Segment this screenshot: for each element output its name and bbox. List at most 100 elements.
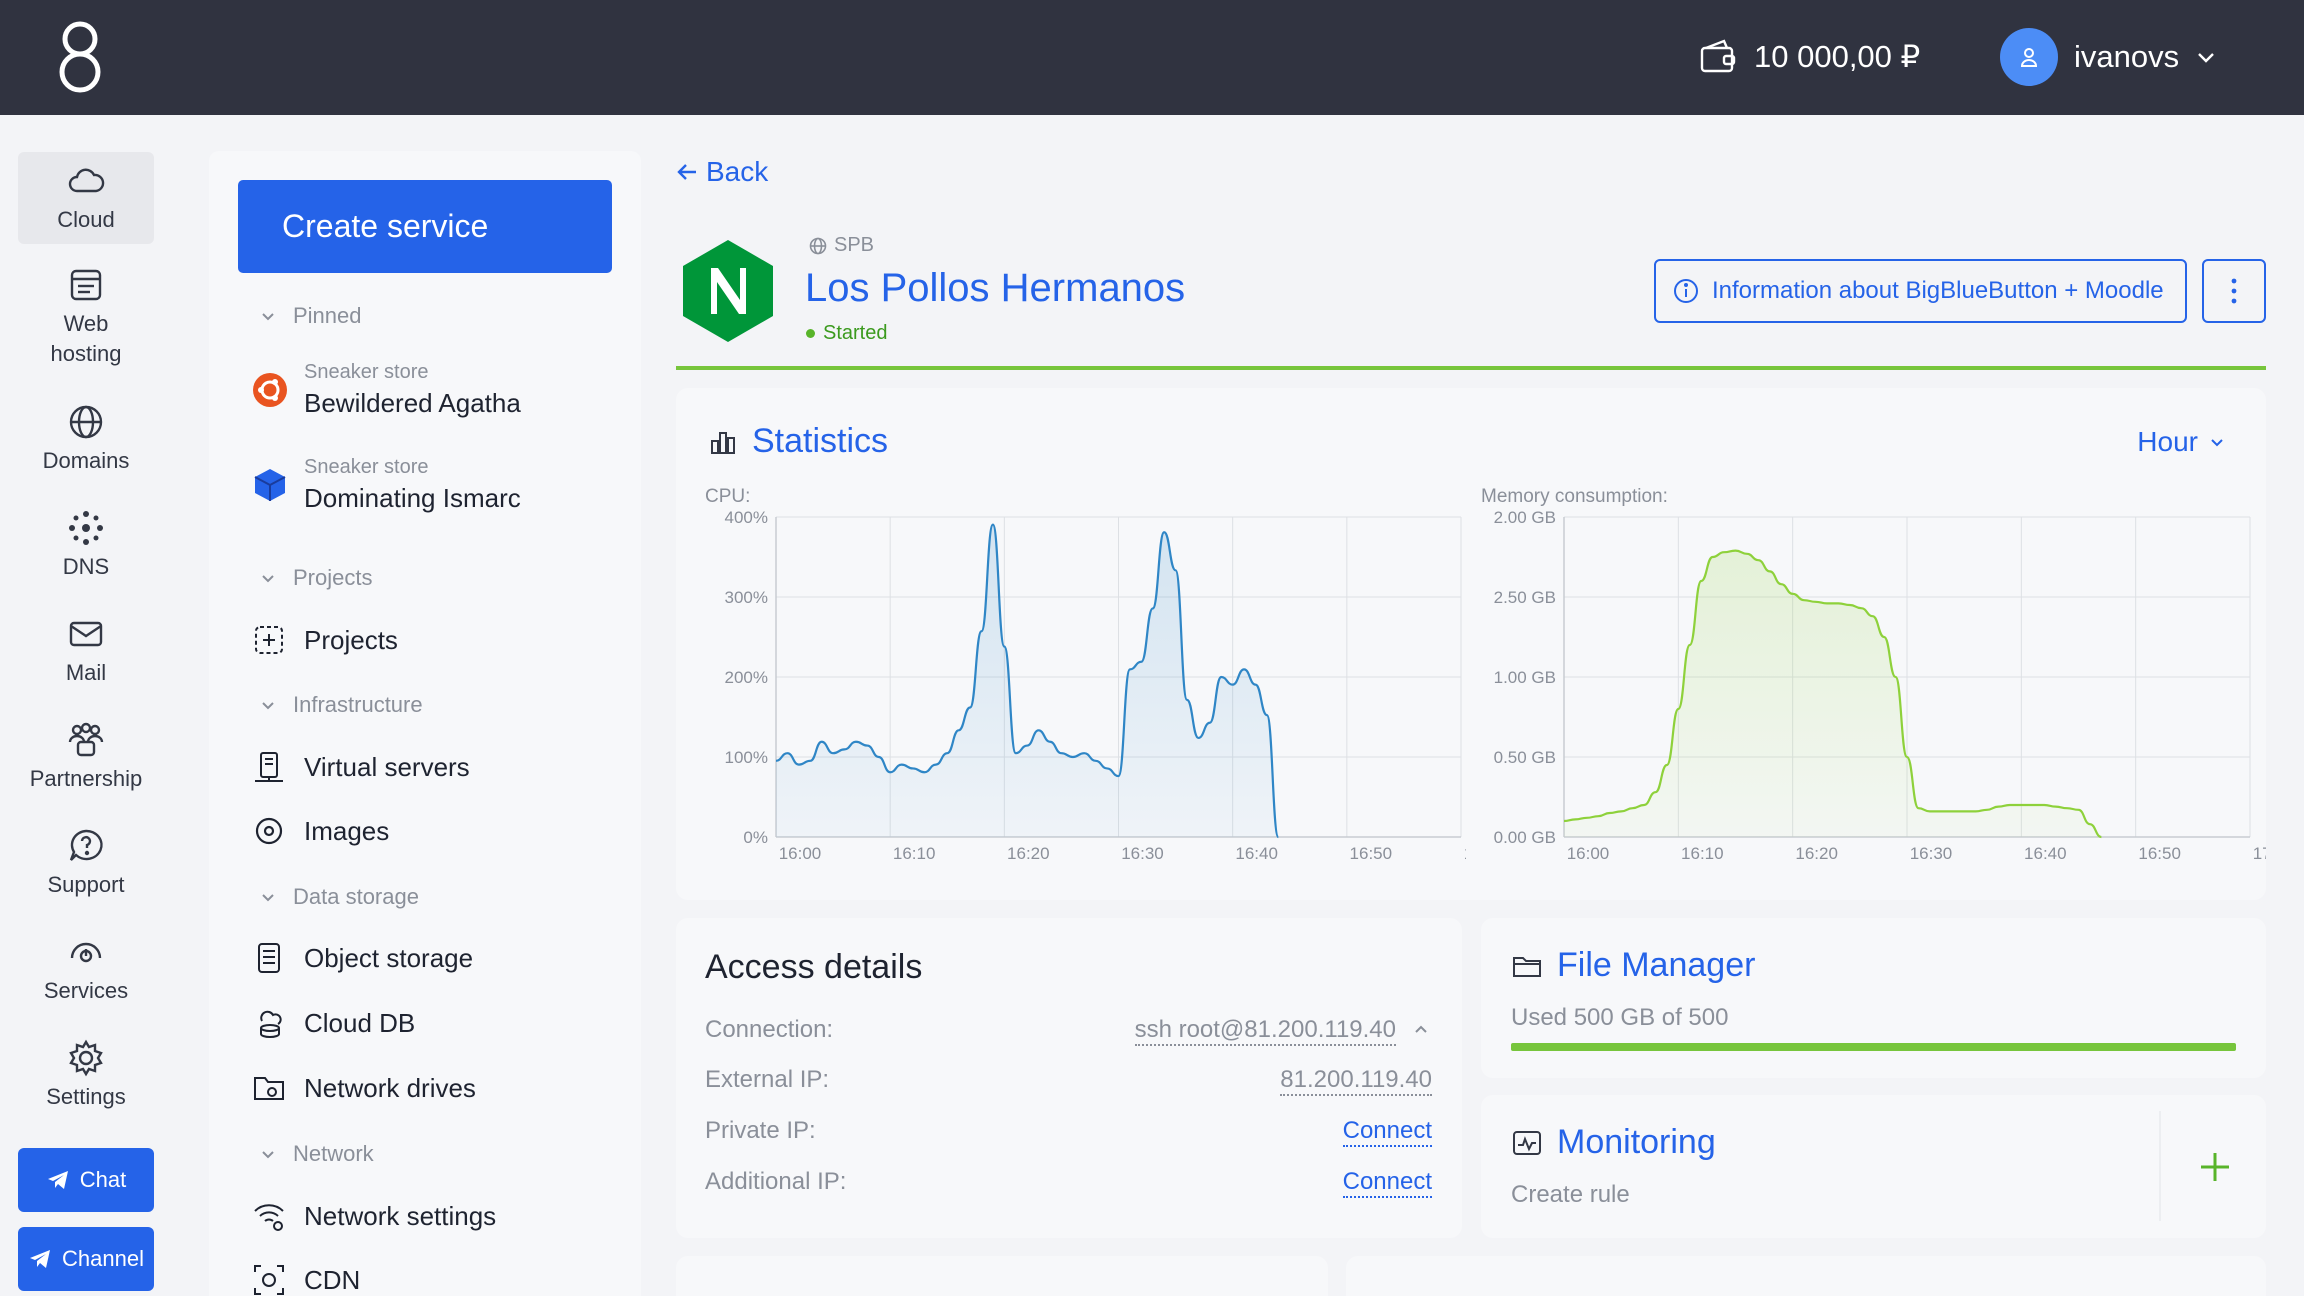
menu-item-projects[interactable]: Projects: [252, 623, 398, 657]
nav-domains[interactable]: Domains: [18, 393, 154, 485]
gear-icon: [69, 1039, 103, 1077]
top-bar: 10 000,00 ₽ ivanovs: [0, 0, 2304, 115]
cdn-icon: [254, 1265, 284, 1295]
period-select[interactable]: Hour: [2137, 426, 2226, 458]
pinned-item[interactable]: Sneaker store Bewildered Agatha: [252, 361, 521, 419]
pinned-subtitle: Sneaker store: [304, 361, 429, 383]
globe-icon: [69, 405, 103, 439]
ubuntu-icon: [253, 373, 287, 407]
nav-label: Support: [47, 872, 125, 898]
service-title[interactable]: Los Pollos Hermanos: [805, 266, 1185, 311]
chevron-up-icon[interactable]: [1412, 1020, 1430, 1038]
add-rule-button[interactable]: [2195, 1147, 2235, 1187]
menu-item-label: Network settings: [304, 1200, 497, 1231]
section-data-storage[interactable]: Data storage: [259, 884, 419, 910]
section-pinned[interactable]: Pinned: [259, 303, 362, 329]
file-manager-card[interactable]: File Manager Used 500 GB of 500: [1481, 918, 2266, 1078]
menu-item-network-drives[interactable]: Network drives: [252, 1071, 476, 1105]
x-tick-label: 16:40: [2024, 844, 2067, 863]
x-tick-label: 16:00: [1567, 844, 1610, 863]
monitoring-card[interactable]: Monitoring Create rule: [1481, 1095, 2266, 1238]
balance-amount: 10 000,00 ₽: [1754, 39, 1921, 74]
menu-item-cdn[interactable]: CDN: [252, 1263, 360, 1296]
nav-dns[interactable]: DNS: [18, 499, 154, 591]
pinned-item[interactable]: Sneaker store Dominating Ismarc: [252, 456, 521, 514]
disc-icon: [255, 817, 283, 845]
x-tick-label: 16:10: [893, 844, 936, 863]
section-label: Network: [293, 1141, 374, 1166]
bottom-card-right: [1346, 1256, 2266, 1296]
nav-support[interactable]: Support: [18, 817, 154, 909]
status-label: Started: [823, 322, 888, 344]
menu-item-images[interactable]: Images: [252, 814, 389, 848]
more-actions-button[interactable]: [2202, 259, 2266, 323]
region: SPB: [808, 234, 874, 257]
file-usage-fill: [1511, 1043, 2236, 1051]
menu-item-label: Images: [304, 815, 390, 846]
x-tick-label: 16:50: [2138, 844, 2181, 863]
additional-ip-connect-link[interactable]: Connect: [1342, 1168, 1432, 1198]
x-tick-label: 17:00: [2253, 844, 2266, 863]
kebab-menu-icon: [2231, 278, 2237, 304]
back-label: Back: [706, 156, 769, 187]
globe-icon: [809, 237, 827, 254]
telegram-icon: [30, 1250, 51, 1268]
chevron-down-icon: [262, 313, 274, 321]
brand-logo[interactable]: [52, 18, 108, 96]
nav-cloud[interactable]: Cloud: [18, 152, 154, 244]
section-infrastructure[interactable]: Infrastructure: [259, 692, 423, 718]
channel-label: Channel: [62, 1246, 144, 1271]
connection-value[interactable]: ssh root@81.200.119.40: [1134, 1016, 1396, 1046]
status-divider: [676, 366, 2266, 370]
cpu-chart: 0% 100% 200% 300% 400% 16:00 16:10 16:20 16:30 16…: [725, 510, 1466, 863]
arrow-left-icon: [677, 164, 696, 180]
user-menu[interactable]: ivanovs: [2000, 28, 2217, 86]
external-ip-value[interactable]: 81.200.119.40: [1280, 1066, 1432, 1096]
create-service-button[interactable]: Create service: [238, 180, 612, 273]
series-area: [776, 524, 1279, 837]
folder-icon: [1513, 956, 1541, 977]
statistics-header: Statistics: [708, 422, 888, 461]
nav-settings[interactable]: Settings: [18, 1029, 154, 1121]
chat-button[interactable]: Chat: [18, 1148, 154, 1212]
nav-label: Web hosting: [50, 311, 122, 366]
nginx-logo: [683, 240, 773, 342]
database-icon: [260, 1010, 282, 1038]
balance[interactable]: 10 000,00 ₽: [1698, 34, 1920, 80]
section-label: Data storage: [293, 884, 419, 909]
statistics-title: Statistics: [752, 422, 889, 460]
nav-web-hosting[interactable]: Web hosting: [18, 261, 154, 373]
connection-label: Connection:: [705, 1016, 834, 1043]
private-ip-connect-link[interactable]: Connect: [1342, 1117, 1432, 1147]
memory-chart-label: Memory consumption:: [1481, 486, 1668, 507]
wallet-icon: [1700, 39, 1736, 73]
nav-mail[interactable]: Mail: [18, 605, 154, 697]
section-projects[interactable]: Projects: [259, 565, 372, 591]
menu-item-cloud-db[interactable]: Cloud DB: [252, 1006, 415, 1040]
chevron-down-icon: [2211, 439, 2223, 447]
nav-partnership[interactable]: Partnership: [18, 711, 154, 803]
chevron-down-icon: [262, 575, 274, 583]
pinned-name: Dominating Ismarc: [304, 483, 521, 513]
channel-button[interactable]: Channel: [18, 1227, 154, 1291]
chevron-down-icon: [2198, 53, 2214, 63]
x-tick-label: 16:20: [1795, 844, 1838, 863]
section-label: Projects: [293, 565, 373, 590]
info-button[interactable]: Information about BigBlueButton + Moodle: [1654, 259, 2187, 323]
pinned-subtitle: Sneaker store: [304, 456, 429, 478]
private-ip-label: Private IP:: [705, 1117, 816, 1144]
menu-item-virtual-servers[interactable]: Virtual servers: [252, 750, 470, 784]
cube-icon: [254, 469, 286, 501]
nav-services[interactable]: Services: [18, 923, 154, 1015]
section-network[interactable]: Network: [259, 1141, 374, 1167]
avatar: [2000, 28, 2058, 86]
monitoring-icon: [1513, 1130, 1541, 1155]
y-tick-label: 100%: [725, 748, 768, 767]
cpu-chart-label: CPU:: [705, 486, 751, 507]
menu-item-network-settings[interactable]: Network settings: [252, 1199, 496, 1233]
back-link[interactable]: Back: [676, 156, 768, 188]
nav-label: Settings: [46, 1084, 126, 1110]
menu-item-object-storage[interactable]: Object storage: [252, 941, 473, 975]
projects-icon: [255, 626, 283, 654]
x-tick-label: 16:30: [1910, 844, 1953, 863]
